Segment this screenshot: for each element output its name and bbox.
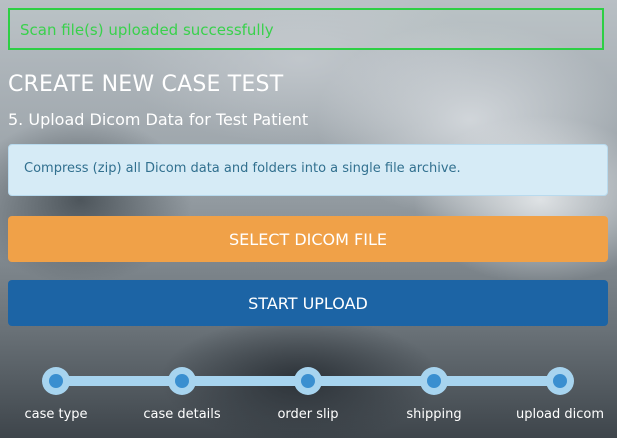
step-label: case type [24,407,88,422]
success-alert-text: Scan file(s) uploaded successfully [20,21,274,39]
wizard-progress: case type case details order slip shippi… [0,362,617,438]
success-alert: Scan file(s) uploaded successfully [8,8,604,50]
step-case-details[interactable]: case details [122,362,242,422]
step-label: upload dicom [515,407,605,422]
step-case-type[interactable]: case type [0,362,116,422]
step-label: shipping [406,407,462,422]
step-order-slip[interactable]: order slip [248,362,368,422]
step-upload-dicom[interactable]: upload dicom [500,362,617,422]
page-title: CREATE NEW CASE TEST [8,72,284,97]
step-label: case details [143,407,221,422]
page-subtitle: 5. Upload Dicom Data for Test Patient [8,110,309,129]
step-marker [42,367,70,395]
info-text: Compress (zip) all Dicom data and folder… [24,161,461,176]
step-marker [168,367,196,395]
step-shipping[interactable]: shipping [374,362,494,422]
select-dicom-file-button[interactable]: SELECT DICOM FILE [8,216,608,262]
step-marker [546,367,574,395]
step-marker [420,367,448,395]
start-upload-button[interactable]: START UPLOAD [8,280,608,326]
info-box: Compress (zip) all Dicom data and folder… [8,144,608,196]
step-marker [294,367,322,395]
step-label: order slip [277,407,339,422]
